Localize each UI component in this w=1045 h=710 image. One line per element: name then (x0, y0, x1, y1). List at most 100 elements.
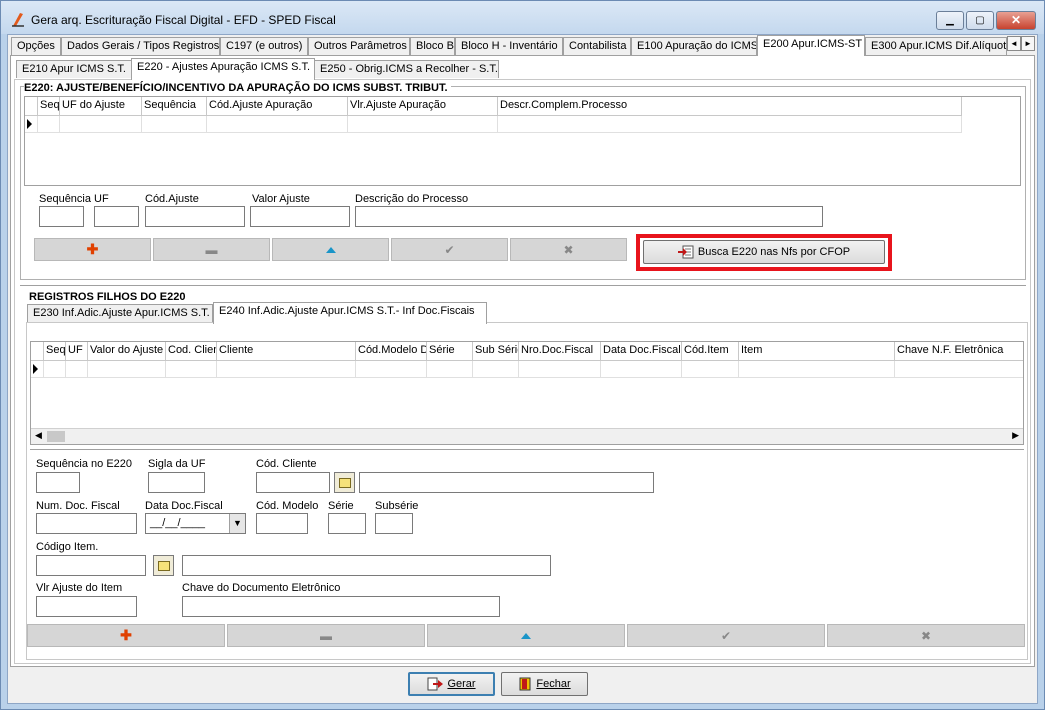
tab-e230[interactable]: E230 Inf.Adic.Ajuste Apur.ICMS S.T. (27, 304, 213, 322)
label-data-doc: Data Doc.Fiscal (145, 500, 223, 512)
e240-col-cod-item[interactable]: Cód.Item (682, 342, 739, 361)
num-doc-input[interactable] (36, 513, 137, 534)
item-lookup-button[interactable] (153, 555, 174, 576)
maximize-button[interactable]: ▢ (966, 11, 994, 30)
separator (30, 449, 1024, 451)
valor-ajuste-input[interactable] (250, 206, 350, 227)
insert-button[interactable]: ✚ (27, 624, 225, 647)
tab-e100[interactable]: E100 Apuração do ICMS (631, 37, 757, 55)
scroll-thumb[interactable] (47, 431, 65, 442)
tab-contabilista[interactable]: Contabilista (563, 37, 631, 55)
e240-col-nro-doc[interactable]: Nro.Doc.Fiscal (519, 342, 601, 361)
e240-col-valor[interactable]: Valor do Ajuste (88, 342, 166, 361)
lookup-icon (338, 477, 351, 488)
tab-bloco-b[interactable]: Bloco B (410, 37, 455, 55)
cliente-name-input[interactable] (359, 472, 654, 493)
tab-opcoes[interactable]: Opções (11, 37, 61, 55)
label-cod-item: Código Item. (36, 541, 99, 553)
post-button[interactable]: ✔ (391, 238, 508, 261)
tab-e250[interactable]: E250 - Obrig.ICMS a Recolher - S.T. (314, 60, 499, 78)
cod-cliente-input[interactable] (256, 472, 330, 493)
scroll-left-icon[interactable]: ◀ (35, 430, 42, 441)
e220-grid[interactable]: Seq UF do Ajuste Sequência Cód.Ajuste Ap… (24, 96, 1021, 186)
up-arrow-icon (521, 632, 531, 639)
minimize-button[interactable]: ▁ (936, 11, 964, 30)
chave-input[interactable] (182, 596, 500, 617)
close-button[interactable]: ✕ (996, 11, 1036, 30)
seq-e220-input[interactable] (36, 472, 80, 493)
e240-col-sub-serie[interactable]: Sub Série (473, 342, 519, 361)
e240-col-seq[interactable]: Seq (44, 342, 66, 361)
tab-scroll-left-icon[interactable]: ◄ (1007, 36, 1021, 51)
e240-col-uf[interactable]: UF (66, 342, 88, 361)
e240-col-data-doc[interactable]: Data Doc.Fiscal (601, 342, 682, 361)
cancel-icon: ✖ (563, 242, 574, 257)
e240-col-cod-modelo[interactable]: Cód.Modelo D (356, 342, 427, 361)
tab-e240[interactable]: E240 Inf.Adic.Ajuste Apur.ICMS S.T.- Inf… (213, 302, 487, 324)
e240-grid[interactable]: Seq UF Valor do Ajuste Cod. Cliente Clie… (30, 341, 1024, 445)
tab-dados-gerais[interactable]: Dados Gerais / Tipos Registros (61, 37, 220, 55)
busca-e220-button[interactable]: Busca E220 nas Nfs por CFOP (643, 240, 885, 264)
e220-title: E220: AJUSTE/BENEFÍCIO/INCENTIVO DA APUR… (24, 82, 451, 94)
sigla-uf-input[interactable] (148, 472, 205, 493)
cod-item-input[interactable] (36, 555, 146, 576)
cancel-button[interactable]: ✖ (827, 624, 1025, 647)
tab-c197[interactable]: C197 (e outros) (220, 37, 308, 55)
gerar-button[interactable]: Gerar (408, 672, 495, 696)
label-descricao: Descrição do Processo (355, 193, 469, 205)
edit-button[interactable] (272, 238, 389, 261)
label-sigla-uf: Sigla da UF (148, 458, 206, 470)
subserie-input[interactable] (375, 513, 413, 534)
busca-e220-label: Busca E220 nas Nfs por CFOP (697, 246, 851, 258)
descricao-input[interactable] (355, 206, 823, 227)
table-row[interactable] (31, 361, 1023, 378)
tab-outros-parametros[interactable]: Outros Parâmetros (308, 37, 410, 55)
cod-ajuste-input[interactable] (145, 206, 245, 227)
e220-col-descr[interactable]: Descr.Complem.Processo (498, 97, 962, 116)
data-doc-picker[interactable]: __/__/____ ▼ (145, 513, 246, 534)
tab-e220[interactable]: E220 - Ajustes Apuração ICMS S.T. (131, 58, 315, 80)
vlr-ajuste-input[interactable] (36, 596, 137, 617)
delete-button[interactable]: ▬ (227, 624, 425, 647)
cancel-button[interactable]: ✖ (510, 238, 627, 261)
row-indicator-icon (27, 119, 32, 129)
chevron-down-icon[interactable]: ▼ (229, 514, 245, 533)
insert-button[interactable]: ✚ (34, 238, 151, 261)
cancel-icon: ✖ (920, 628, 932, 643)
e220-col-sequencia[interactable]: Sequência (142, 97, 207, 116)
serie-input[interactable] (328, 513, 366, 534)
table-row[interactable] (25, 116, 962, 133)
e220-col-seq[interactable]: Seq (38, 97, 60, 116)
e220-col-cod-ajuste[interactable]: Cód.Ajuste Apuração (207, 97, 348, 116)
label-cod-modelo: Cód. Modelo (256, 500, 319, 512)
tab-e300[interactable]: E300 Apur.ICMS Dif.Alíquota (865, 37, 1007, 55)
edit-button[interactable] (427, 624, 625, 647)
tab-e200[interactable]: E200 Apur.ICMS-ST (757, 35, 865, 56)
post-button[interactable]: ✔ (627, 624, 825, 647)
item-name-input[interactable] (182, 555, 551, 576)
delete-button[interactable]: ▬ (153, 238, 270, 261)
tab-scroll-right-icon[interactable]: ► (1021, 36, 1035, 51)
minus-icon: ▬ (205, 242, 218, 257)
cliente-lookup-button[interactable] (334, 472, 355, 493)
e220-col-uf[interactable]: UF do Ajuste (60, 97, 142, 116)
e220-col-vlr-ajuste[interactable]: Vlr.Ajuste Apuração (348, 97, 498, 116)
e240-col-item[interactable]: Item (739, 342, 895, 361)
e240-col-cliente[interactable]: Cliente (217, 342, 356, 361)
e240-col-chave[interactable]: Chave N.F. Eletrônica (895, 342, 1023, 361)
e240-col-serie[interactable]: Série (427, 342, 473, 361)
fechar-button[interactable]: Fechar (501, 672, 588, 696)
e240-hscrollbar[interactable]: ◀ ▶ (31, 428, 1023, 444)
scroll-right-icon[interactable]: ▶ (1012, 430, 1019, 441)
tab-bloco-h[interactable]: Bloco H - Inventário (455, 37, 563, 55)
cod-modelo-input[interactable] (256, 513, 308, 534)
close-icon: ✕ (1010, 13, 1022, 27)
tab-e210[interactable]: E210 Apur ICMS S.T. (16, 60, 134, 78)
label-seq-e220: Sequência no E220 (36, 458, 133, 470)
sequencia-input[interactable] (39, 206, 84, 227)
main-tab-bar: Opções Dados Gerais / Tipos Registros C1… (8, 35, 1039, 56)
main-window: Gera arq. Escrituração Fiscal Digital - … (0, 0, 1045, 710)
uf-input[interactable] (94, 206, 139, 227)
maximize-icon: ▢ (975, 15, 985, 26)
e240-col-cod-cliente[interactable]: Cod. Cliente (166, 342, 217, 361)
